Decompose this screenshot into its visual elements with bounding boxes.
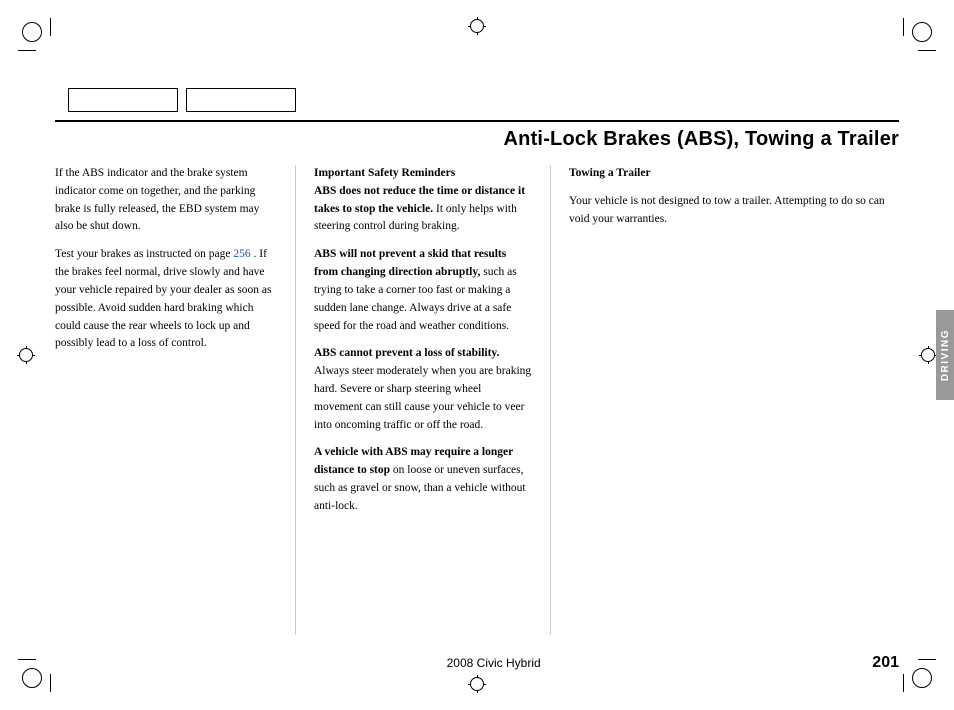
- col-left: If the ABS indicator and the brake syste…: [55, 165, 295, 635]
- mid-para-2-bold: ABS will not prevent a skid that results…: [314, 248, 506, 278]
- content-area: If the ABS indicator and the brake syste…: [55, 165, 899, 635]
- right-para-1: Your vehicle is not designed to tow a tr…: [569, 193, 899, 229]
- right-heading: Towing a Trailer: [569, 165, 899, 183]
- mid-para-3-rest: Always steer moderately when you are bra…: [314, 365, 531, 430]
- mid-para-4: A vehicle with ABS may require a longer …: [314, 444, 532, 515]
- left-para-2: Test your brakes as instructed on page 2…: [55, 246, 275, 353]
- footer-center: 2008 Civic Hybrid: [115, 656, 872, 670]
- page-title: Anti-Lock Brakes (ABS), Towing a Trailer: [55, 128, 899, 151]
- mid-para-3: ABS cannot prevent a loss of stability. …: [314, 345, 532, 434]
- footer-title: 2008 Civic Hybrid: [447, 656, 541, 670]
- mid-heading-1: Important Safety Reminders: [314, 167, 455, 179]
- corner-mark-tl: [22, 22, 50, 50]
- footer: 2008 Civic Hybrid 201: [55, 654, 899, 672]
- col-mid: Important Safety Reminders ABS does not …: [295, 165, 550, 635]
- footer-page-number: 201: [872, 654, 899, 672]
- page-title-area: Anti-Lock Brakes (ABS), Towing a Trailer: [55, 120, 899, 151]
- left-para-1: If the ABS indicator and the brake syste…: [55, 165, 275, 236]
- right-section-heading: Towing a Trailer: [569, 167, 651, 179]
- page-link-256[interactable]: 256: [233, 248, 250, 260]
- tab-button-2[interactable]: [186, 88, 296, 112]
- mid-para-2: ABS will not prevent a skid that results…: [314, 246, 532, 335]
- corner-mark-tr: [904, 22, 932, 50]
- left-para-2-prefix: Test your brakes as instructed on page: [55, 248, 233, 260]
- mid-para-3-bold: ABS cannot prevent a loss of stability.: [314, 347, 499, 359]
- corner-mark-bl: [22, 660, 50, 688]
- mid-para-heading: Important Safety Reminders ABS does not …: [314, 165, 532, 236]
- tab-button-1[interactable]: [68, 88, 178, 112]
- page: Anti-Lock Brakes (ABS), Towing a Trailer…: [0, 0, 954, 710]
- col-right: Towing a Trailer Your vehicle is not des…: [550, 165, 899, 635]
- side-tab-label: Driving: [940, 329, 951, 381]
- tab-area: [68, 88, 296, 112]
- left-para-2-suffix: . If the brakes feel normal, drive slowl…: [55, 248, 272, 349]
- driving-side-tab: Driving: [936, 310, 954, 400]
- corner-mark-br: [904, 660, 932, 688]
